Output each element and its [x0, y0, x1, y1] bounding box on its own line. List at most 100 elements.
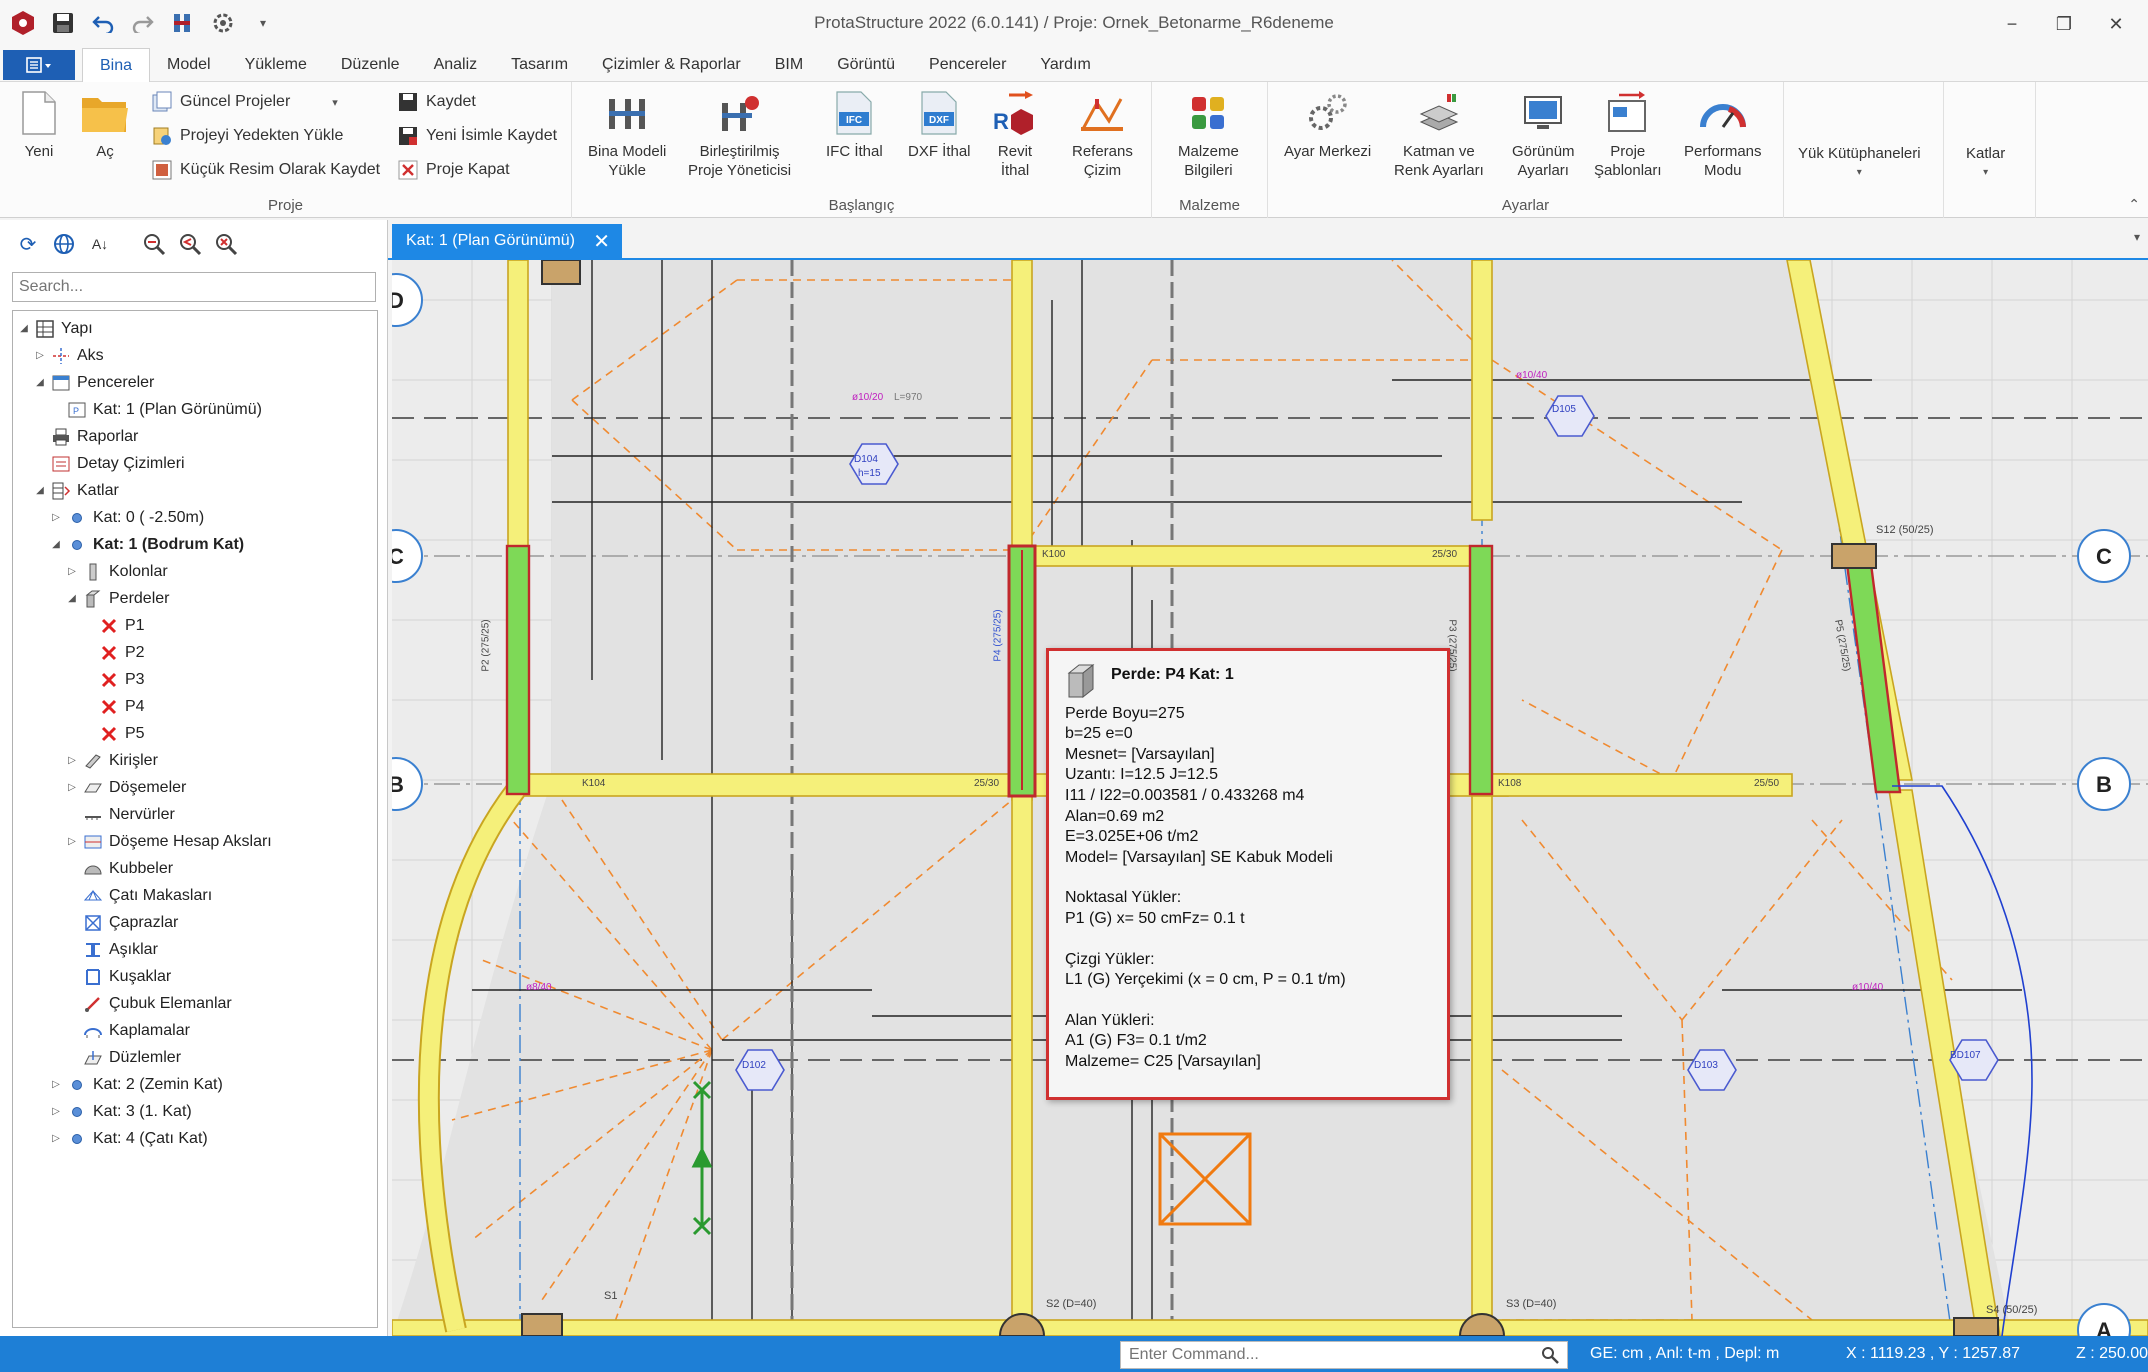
expand-toggle-icon[interactable]: ▷ [49, 1079, 63, 1090]
ifc-import-button[interactable]: IFC IFC İthal [826, 88, 883, 161]
tab-list-dropdown-icon[interactable]: ▾ [2134, 230, 2140, 244]
expand-toggle-icon[interactable]: ▷ [49, 512, 63, 523]
file-menu-button[interactable] [3, 50, 75, 80]
save-as-button[interactable]: Yeni İsimle Kaydet [396, 124, 557, 148]
tab-plan-view[interactable]: Kat: 1 (Plan Görünümü) ✕ [392, 224, 622, 258]
tree-item-kuşaklar[interactable]: Kuşaklar [13, 963, 377, 990]
tree-item-kat-3-1-kat[interactable]: ▷ Kat: 3 (1. Kat) [13, 1098, 377, 1125]
tree-item-p3[interactable]: P3 [13, 666, 377, 693]
tree-item-p1[interactable]: P1 [13, 612, 377, 639]
expand-toggle-icon[interactable]: ◢ [65, 593, 79, 604]
load-building-model-button[interactable]: Bina Modeli Yükle [588, 88, 666, 180]
settings-center-button[interactable]: Ayar Merkezi [1284, 88, 1371, 161]
menu-tab-model[interactable]: Model [150, 48, 228, 82]
menu-tab-tasarım[interactable]: Tasarım [494, 48, 585, 82]
open-project-button[interactable]: Aç [80, 88, 130, 161]
project-templates-button[interactable]: Proje Şablonları [1594, 88, 1662, 180]
save-thumbnail-button[interactable]: Küçük Resim Olarak Kaydet [150, 158, 380, 182]
layer-color-settings-button[interactable]: Katman ve Renk Ayarları [1394, 88, 1484, 180]
expand-toggle-icon[interactable]: ▷ [49, 1106, 63, 1117]
tree-item-perdeler[interactable]: ◢ Perdeler [13, 585, 377, 612]
close-button[interactable]: ✕ [2094, 8, 2138, 40]
zoom-select-icon[interactable] [140, 230, 168, 258]
tree-item-p5[interactable]: P5 [13, 720, 377, 747]
tree-item-düzlemler[interactable]: Düzlemler [13, 1044, 377, 1071]
tree-item-aks[interactable]: ▷ Aks [13, 342, 377, 369]
beam-icon [81, 750, 105, 772]
red-x-icon [97, 696, 121, 718]
tree-item-kat-1-bodrum-kat[interactable]: ◢ Kat: 1 (Bodrum Kat) [13, 531, 377, 558]
revit-import-button[interactable]: R Revit İthal [990, 88, 1040, 180]
floors-button[interactable]: Katlar ▾ [1966, 144, 2005, 182]
dxf-import-button[interactable]: DXF DXF İthal [908, 88, 971, 161]
tree-item-raporlar[interactable]: Raporlar [13, 423, 377, 450]
tree-item-kirişler[interactable]: ▷ Kirişler [13, 747, 377, 774]
rebar-length-label: L=970 [894, 392, 923, 403]
zoom-previous-icon[interactable] [176, 230, 204, 258]
menu-tab-yardım[interactable]: Yardım [1023, 48, 1107, 82]
tree-item-kaplamalar[interactable]: Kaplamalar [13, 1017, 377, 1044]
tree-item-detay-çizimleri[interactable]: Detay Çizimleri [13, 450, 377, 477]
menu-tab-yükleme[interactable]: Yükleme [228, 48, 324, 82]
restore-button[interactable]: ❐ [2042, 8, 2086, 40]
tree-item-kat-0-2-50m[interactable]: ▷ Kat: 0 ( -2.50m) [13, 504, 377, 531]
menu-tab-bina[interactable]: Bina [82, 48, 151, 82]
material-info-button[interactable]: Malzeme Bilgileri [1178, 88, 1239, 180]
sort-icon[interactable]: A↓ [86, 230, 114, 258]
save-button[interactable]: Kaydet [396, 90, 476, 114]
tooltip-line: Uzantı: I=12.5 J=12.5 [1065, 766, 1218, 784]
expand-toggle-icon[interactable]: ▷ [65, 566, 79, 577]
close-tab-icon[interactable]: ✕ [593, 229, 610, 254]
expand-toggle-icon[interactable]: ▷ [33, 350, 47, 361]
search-icon[interactable] [1538, 1344, 1562, 1366]
load-backup-button[interactable]: Projeyi Yedekten Yükle [150, 124, 343, 148]
tree-item-kolonlar[interactable]: ▷ Kolonlar [13, 558, 377, 585]
expand-toggle-icon[interactable]: ▷ [65, 755, 79, 766]
tree-item-yapı[interactable]: ◢ Yapı [13, 315, 377, 342]
tree-item-pencereler[interactable]: ◢ Pencereler [13, 369, 377, 396]
expand-toggle-icon[interactable]: ▷ [49, 1133, 63, 1144]
expand-toggle-icon[interactable]: ▷ [65, 782, 79, 793]
tree-item-aşıklar[interactable]: Aşıklar [13, 936, 377, 963]
tree-item-döşeme-hesap-aksları[interactable]: ▷ Döşeme Hesap Aksları [13, 828, 377, 855]
menu-tab-düzenle[interactable]: Düzenle [324, 48, 417, 82]
tree-item-kat-4-çatı-kat[interactable]: ▷ Kat: 4 (Çatı Kat) [13, 1125, 377, 1152]
menu-tab-analiz[interactable]: Analiz [417, 48, 495, 82]
tree-item-çubuk-elemanlar[interactable]: Çubuk Elemanlar [13, 990, 377, 1017]
expand-toggle-icon[interactable]: ▷ [65, 836, 79, 847]
collapse-ribbon-icon[interactable]: ⌃ [2128, 196, 2140, 213]
expand-toggle-icon[interactable]: ◢ [33, 377, 47, 388]
menu-tab-bim[interactable]: BIM [758, 48, 820, 82]
menu-tab-çizimler-raporlar[interactable]: Çizimler & Raporlar [585, 48, 758, 82]
tree-item-p4[interactable]: P4 [13, 693, 377, 720]
command-input[interactable] [1120, 1341, 1568, 1369]
expand-toggle-icon[interactable]: ◢ [49, 539, 63, 550]
performance-mode-button[interactable]: Performans Modu [1684, 88, 1762, 180]
menu-tab-pencereler[interactable]: Pencereler [912, 48, 1023, 82]
zoom-extents-icon[interactable] [212, 230, 240, 258]
reference-drawing-button[interactable]: Referans Çizim [1072, 88, 1133, 180]
refresh-icon[interactable]: ⟳ [14, 230, 42, 258]
recent-projects-button[interactable]: Güncel Projeler ▾ [150, 90, 338, 114]
plan-view-canvas[interactable]: D C B C B A K100 25/30 K104 25/30 K108 2… [392, 260, 2148, 1336]
expand-toggle-icon[interactable]: ◢ [17, 323, 31, 334]
load-libraries-button[interactable]: Yük Kütüphaneleri ▾ [1798, 144, 1921, 182]
tree-item-kubbeler[interactable]: Kubbeler [13, 855, 377, 882]
tree-item-nervürler[interactable]: Nervürler [13, 801, 377, 828]
view-settings-button[interactable]: Görünüm Ayarları [1512, 88, 1575, 180]
tree-item-döşemeler[interactable]: ▷ Döşemeler [13, 774, 377, 801]
globe-icon[interactable] [50, 230, 78, 258]
merged-project-manager-button[interactable]: Birleştirilmiş Proje Yöneticisi [688, 88, 791, 180]
tree-item-p2[interactable]: P2 [13, 639, 377, 666]
tree-item-katlar[interactable]: ◢ Katlar [13, 477, 377, 504]
tree-item-kat-2-zemin-kat[interactable]: ▷ Kat: 2 (Zemin Kat) [13, 1071, 377, 1098]
expand-toggle-icon[interactable]: ◢ [33, 485, 47, 496]
tree-item-kat-1-plan-görünümü[interactable]: P Kat: 1 (Plan Görünümü) [13, 396, 377, 423]
tree-item-çatı-makasları[interactable]: Çatı Makasları [13, 882, 377, 909]
minimize-button[interactable]: − [1990, 8, 2034, 40]
tree-search-input[interactable] [12, 272, 376, 302]
menu-tab-görüntü[interactable]: Görüntü [820, 48, 912, 82]
tree-item-çaprazlar[interactable]: Çaprazlar [13, 909, 377, 936]
close-project-button[interactable]: Proje Kapat [396, 158, 510, 182]
new-project-button[interactable]: Yeni [14, 88, 64, 161]
